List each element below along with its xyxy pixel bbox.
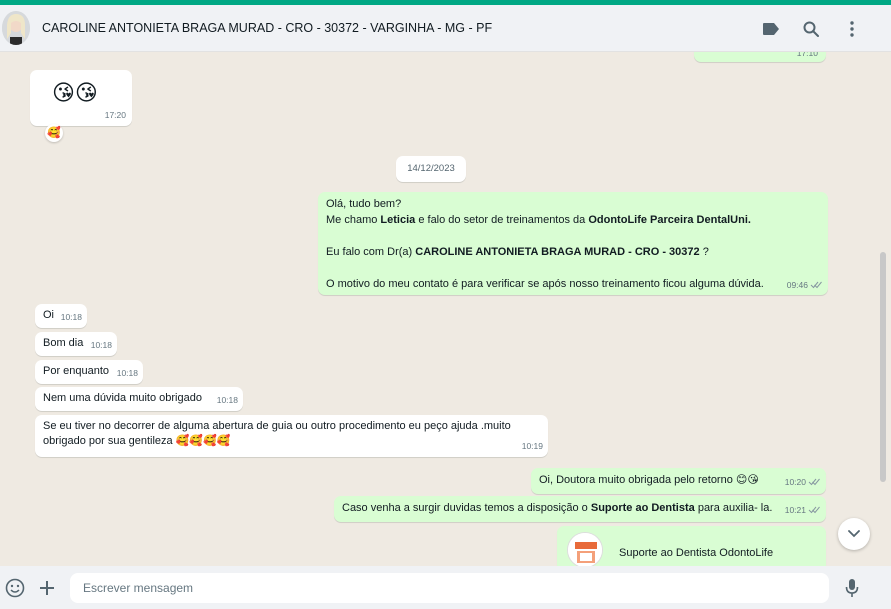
read-ticks-icon	[808, 478, 820, 486]
plus-icon[interactable]	[35, 576, 59, 600]
message-outgoing-contact-card[interactable]: Suporte ao Dentista OdontoLife	[557, 526, 826, 566]
message-text: Nem uma dúvida muito obrigado	[43, 392, 202, 404]
contact-card-thumbnail	[567, 532, 603, 566]
message-time: 10:20	[784, 477, 806, 487]
message-reaction[interactable]: 🥰	[45, 124, 63, 142]
message-time: 17:10	[796, 52, 818, 58]
message-text: Se eu tiver no decorrer de alguma abertu…	[43, 420, 511, 432]
message-meta: 10:20	[785, 475, 820, 490]
message-line: O motivo do meu contato é para verificar…	[326, 278, 764, 290]
emoji-icon[interactable]	[3, 576, 27, 600]
message-time: 10:18	[216, 395, 238, 405]
menu-icon[interactable]	[840, 17, 864, 41]
message-line: ?	[699, 246, 709, 258]
message-line: e falo do setor de treinamentos da	[415, 214, 589, 226]
chevron-down-icon	[848, 530, 860, 538]
message-meta: 10:21	[785, 503, 820, 518]
contact-avatar[interactable]	[2, 11, 30, 45]
search-icon[interactable]	[799, 17, 823, 41]
chat-header: CAROLINE ANTONIETA BRAGA MURAD - CRO - 3…	[0, 5, 891, 52]
message-incoming[interactable]: Oi 10:18	[35, 304, 87, 328]
message-time: 10:18	[60, 312, 82, 322]
message-text: para auxilia- la.	[694, 502, 773, 514]
company-name: OdontoLife Parceira DentalUni.	[588, 214, 751, 226]
message-text: Oi	[43, 309, 54, 321]
scrollbar-thumb[interactable]	[880, 252, 886, 482]
message-outgoing[interactable]: Oi, Doutora muito obrigada pelo retorno …	[531, 468, 826, 494]
chat-scrollbar[interactable]	[877, 52, 891, 566]
message-text: 😘😘	[52, 80, 98, 105]
composer-bar	[0, 566, 891, 609]
message-time: 10:19	[521, 441, 543, 451]
message-line: Olá, tudo bem?	[326, 198, 402, 210]
scroll-to-bottom-button[interactable]	[838, 518, 870, 550]
message-time: 09:46	[786, 280, 808, 290]
message-incoming[interactable]: Se eu tiver no decorrer de alguma abertu…	[35, 415, 548, 457]
message-meta: 09:46	[787, 278, 822, 293]
doctor-name: CAROLINE ANTONIETA BRAGA MURAD - CRO - 3…	[415, 246, 700, 258]
support-name: Suporte ao Dentista	[590, 502, 695, 514]
message-incoming[interactable]: Por enquanto 10:18	[35, 360, 143, 384]
message-line: Me chamo	[326, 214, 381, 226]
message-time: 10:21	[784, 505, 806, 515]
contact-card-title: Suporte ao Dentista OdontoLife	[619, 547, 774, 559]
message-time: 10:18	[90, 340, 112, 350]
contact-name[interactable]: CAROLINE ANTONIETA BRAGA MURAD - CRO - 3…	[42, 21, 492, 35]
message-outgoing[interactable]: Caso venha a surgir duvidas temos a disp…	[334, 496, 826, 522]
message-text: Bom dia	[43, 337, 84, 349]
message-text: Por enquanto	[43, 365, 110, 377]
read-ticks-icon	[808, 506, 820, 514]
agent-name: Leticia	[380, 214, 416, 226]
message-incoming[interactable]: Bom dia 10:18	[35, 332, 117, 356]
message-text: obrigado por sua gentileza 🥰🥰🥰🥰	[43, 435, 231, 447]
message-input[interactable]	[70, 573, 829, 603]
message-incoming-emoji[interactable]: 😘😘 17:20	[30, 70, 132, 126]
read-ticks-icon	[810, 281, 822, 289]
message-partial-outgoing[interactable]: 17:10	[694, 52, 826, 62]
chat-area[interactable]: 17:10 😘😘 17:20 🥰 14/12/2023 Olá, tudo be…	[0, 52, 877, 566]
message-time: 17:20	[104, 110, 126, 120]
message-text: Oi, Doutora muito obrigada pelo retorno …	[539, 474, 759, 486]
message-incoming[interactable]: Nem uma dúvida muito obrigado 10:18	[35, 387, 243, 411]
label-icon[interactable]	[759, 17, 783, 41]
message-time: 10:18	[116, 368, 138, 378]
mic-icon[interactable]	[840, 576, 864, 600]
date-divider: 14/12/2023	[396, 156, 466, 182]
message-outgoing-intro[interactable]: Olá, tudo bem? Me chamo Leticia e falo d…	[318, 192, 828, 295]
message-line: Eu falo com Dr(a)	[326, 246, 416, 258]
message-text: Caso venha a surgir duvidas temos a disp…	[342, 502, 591, 514]
